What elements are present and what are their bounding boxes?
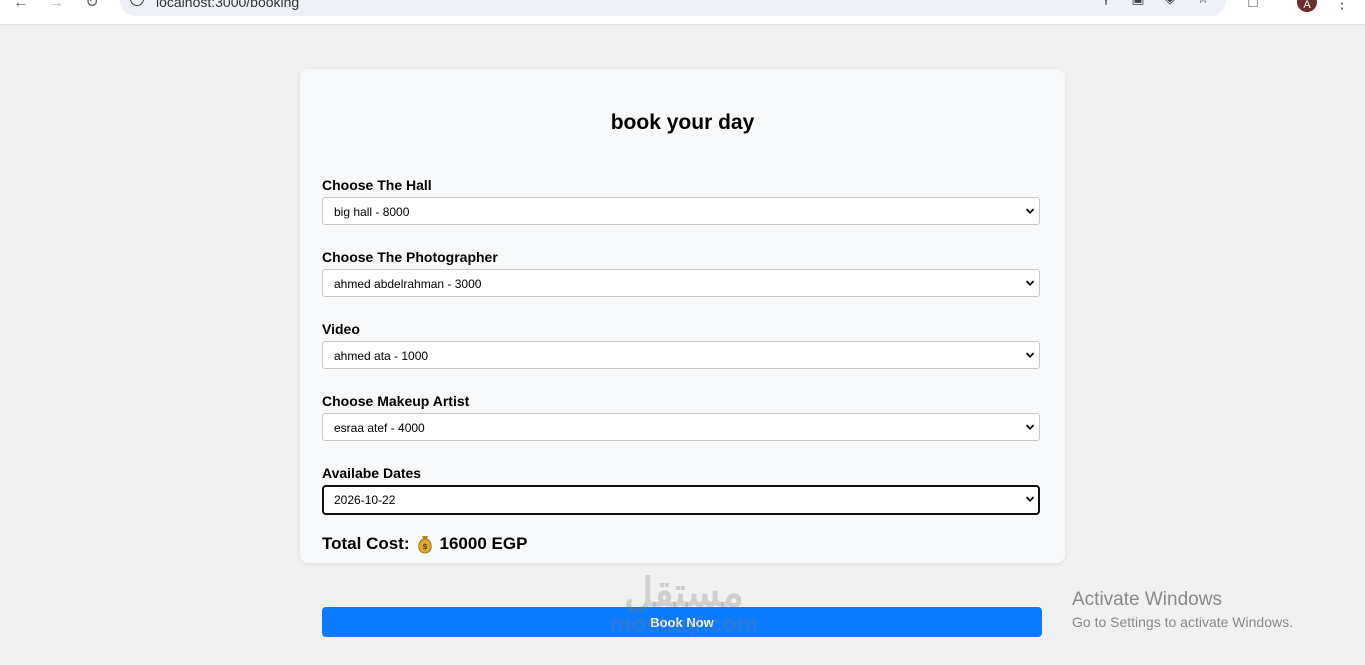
cast-icon[interactable]: ▣: [1130, 0, 1146, 6]
total-cost-label: Total Cost:: [322, 534, 410, 553]
chevron-down-icon: [1025, 496, 1035, 503]
extension-icon[interactable]: ◈: [1162, 0, 1178, 6]
search-icon[interactable]: ⚲: [1098, 0, 1114, 6]
chevron-down-icon: [1025, 208, 1035, 215]
page-title: book your day: [610, 111, 755, 134]
activate-windows-subtitle: Go to Settings to activate Windows.: [1072, 614, 1293, 630]
dates-select-value: 2026-10-22: [334, 493, 396, 507]
avatar[interactable]: A: [1297, 0, 1317, 12]
chevron-down-icon: [1025, 352, 1035, 359]
dates-select[interactable]: 2026-10-22: [322, 485, 1040, 515]
booking-card: book your day Choose The Hall big hall -…: [300, 69, 1065, 563]
svg-text:$: $: [422, 542, 428, 551]
photographer-select-value: ahmed abdelrahman - 3000: [334, 277, 482, 291]
money-bag-icon: $: [417, 536, 432, 554]
reload-icon[interactable]: ↻: [83, 0, 101, 12]
activate-windows-title: Activate Windows: [1072, 589, 1222, 610]
photographer-label: Choose The Photographer: [322, 249, 498, 265]
video-label: Video: [322, 321, 360, 337]
makeup-label: Choose Makeup Artist: [322, 393, 470, 409]
dates-label: Availabe Dates: [322, 465, 422, 481]
makeup-select-value: esraa atef - 4000: [334, 421, 425, 435]
chevron-down-icon: [1025, 424, 1035, 431]
activate-windows-notice: Activate Windows Go to Settings to activ…: [1072, 589, 1293, 633]
bookmark-star-icon[interactable]: ☆: [1195, 0, 1211, 6]
forward-arrow-icon[interactable]: →: [47, 0, 65, 12]
avatar-letter: A: [1303, 0, 1311, 11]
address-bar[interactable]: localhost:3000/booking ⚲ ▣ ◈ ☆: [120, 0, 1226, 16]
site-info-icon[interactable]: [130, 0, 144, 6]
photographer-select[interactable]: ahmed abdelrahman - 3000: [322, 269, 1040, 297]
chevron-down-icon: [1025, 280, 1035, 287]
makeup-select[interactable]: esraa atef - 4000: [322, 413, 1040, 441]
address-bar-url: localhost:3000/booking: [156, 0, 300, 10]
video-select-value: ahmed ata - 1000: [334, 349, 429, 363]
puzzle-icon[interactable]: □: [1243, 0, 1263, 12]
menu-dots-icon[interactable]: ⋮: [1332, 0, 1352, 12]
video-select[interactable]: ahmed ata - 1000: [322, 341, 1040, 369]
book-now-button[interactable]: Book Now: [322, 607, 1042, 637]
total-cost: Total Cost: $ 16000 EGP: [322, 534, 527, 554]
hall-select-value: big hall - 8000: [334, 205, 410, 219]
hall-select[interactable]: big hall - 8000: [322, 197, 1040, 225]
back-arrow-icon[interactable]: ←: [12, 0, 30, 12]
hall-label: Choose The Hall: [322, 177, 432, 193]
total-cost-value: 16000 EGP: [439, 534, 528, 553]
browser-toolbar: ← → ↻ localhost:3000/booking ⚲ ▣ ◈ ☆ □ A…: [0, 0, 1365, 25]
